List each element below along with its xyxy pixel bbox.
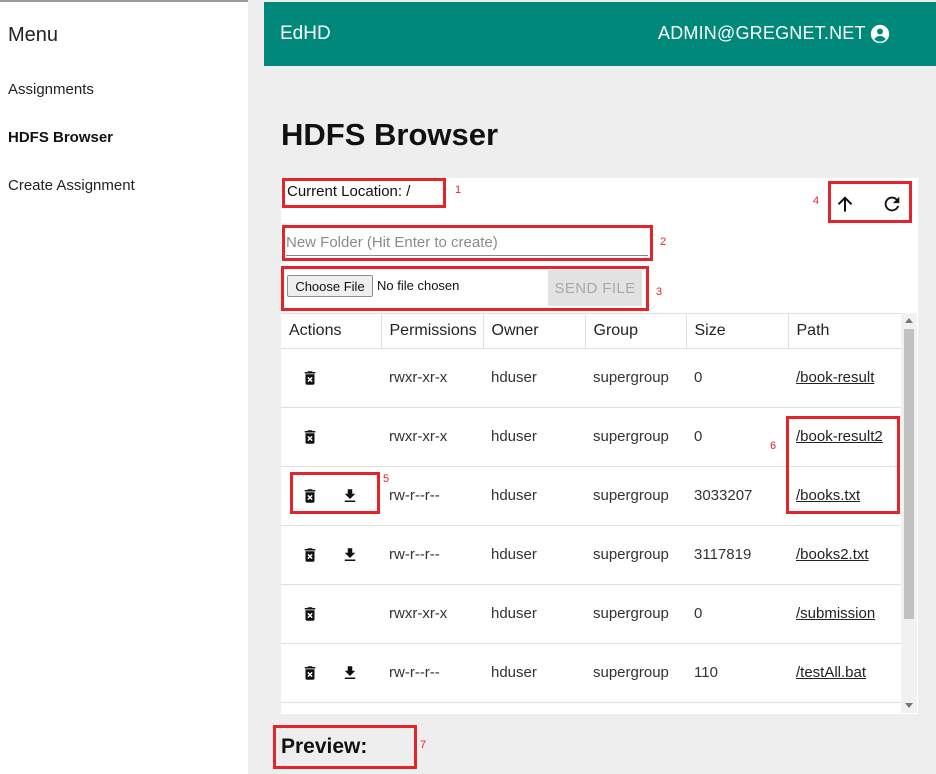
sidebar: Menu Assignments HDFS Browser Create Ass… — [0, 2, 248, 774]
permissions-cell: rw-r--r-- — [381, 525, 483, 585]
owner-cell: hduser — [483, 584, 585, 644]
actions-cell — [281, 348, 381, 408]
actions-cell — [281, 525, 381, 585]
annotation-label: 2 — [660, 236, 667, 248]
preview-heading: Preview: — [281, 735, 368, 758]
path-link[interactable]: /books2.txt — [796, 546, 869, 563]
column-header-permissions[interactable]: Permissions — [381, 314, 484, 349]
app-bar: EdHD ADMIN@GREGNET.NET — [264, 2, 936, 66]
scroll-down-arrow[interactable] — [905, 703, 913, 708]
delete-icon[interactable] — [301, 664, 319, 682]
owner-cell: hduser — [483, 525, 585, 585]
permissions-cell: rwxr-xr-x — [381, 584, 483, 644]
table-row: rwxr-xr-x hduser supergroup 0 /book-resu… — [281, 348, 901, 408]
column-header-size[interactable]: Size — [686, 314, 789, 349]
delete-icon[interactable] — [301, 369, 319, 387]
delete-icon[interactable] — [301, 487, 319, 505]
send-file-button[interactable]: SEND FILE — [548, 270, 642, 306]
size-cell: 0 — [686, 407, 788, 467]
download-icon[interactable] — [341, 487, 359, 505]
owner-cell: hduser — [483, 643, 585, 703]
delete-icon[interactable] — [301, 428, 319, 446]
permissions-cell: rw-r--r-- — [381, 643, 483, 703]
path-cell: /testAll.bat — [788, 643, 901, 703]
page-title: HDFS Browser — [281, 117, 499, 152]
table-row: rw-r--r-- hduser supergroup 110 /testAll… — [281, 643, 901, 703]
permissions-cell: rw-r--r-- — [381, 466, 483, 526]
owner-cell: hduser — [483, 407, 585, 467]
size-cell: 0 — [686, 348, 788, 408]
table-row: rwxr-xr-x hduser supergroup 0 /book-resu… — [281, 407, 901, 467]
path-link[interactable]: /testAll.bat — [796, 664, 866, 681]
table-scrollbar[interactable] — [901, 313, 917, 713]
path-cell: /submission — [788, 584, 901, 644]
path-cell: /books2.txt — [788, 525, 901, 585]
user-email[interactable]: ADMIN@GREGNET.NET — [658, 23, 866, 44]
path-link[interactable]: /book-result — [796, 369, 874, 386]
new-folder-input[interactable] — [286, 230, 648, 256]
group-cell: supergroup — [585, 584, 686, 644]
owner-cell: hduser — [483, 466, 585, 526]
annotation-label: 7 — [420, 739, 427, 751]
size-cell: 0 — [686, 584, 788, 644]
arrow-up-icon — [837, 196, 853, 212]
column-header-group[interactable]: Group — [585, 314, 687, 349]
scroll-thumb[interactable] — [904, 329, 914, 619]
navigate-up-button[interactable] — [832, 191, 858, 217]
path-link[interactable]: /book-result2 — [796, 428, 883, 445]
no-file-chosen-label: No file chosen — [377, 278, 460, 293]
table-row: rwxr-xr-x hduser supergroup 0 /submissio… — [281, 584, 901, 644]
actions-cell — [281, 466, 381, 526]
table-row: rw-r--r-- hduser supergroup 3117819 /boo… — [281, 525, 901, 585]
annotation-label: 4 — [813, 195, 820, 207]
annotation-label: 3 — [656, 286, 663, 298]
annotation-label: 6 — [770, 440, 777, 452]
annotation-label: 5 — [383, 473, 390, 485]
sidebar-item-create-assignment[interactable]: Create Assignment — [8, 177, 135, 194]
refresh-icon — [884, 196, 900, 212]
delete-icon[interactable] — [301, 546, 319, 564]
column-header-owner[interactable]: Owner — [483, 314, 586, 349]
path-cell: /book-result — [788, 348, 901, 408]
annotation-label: 1 — [455, 184, 462, 196]
current-location: Current Location: / — [287, 183, 411, 200]
hdfs-file-table: Actions Permissions Owner Group Size Pat… — [281, 313, 901, 713]
actions-cell — [281, 643, 381, 703]
group-cell: supergroup — [585, 466, 686, 526]
permissions-cell: rwxr-xr-x — [381, 348, 483, 408]
path-cell: /book-result2 — [788, 407, 901, 467]
table-row: rw-r--r-- hduser supergroup 3033207 /boo… — [281, 466, 901, 526]
download-icon[interactable] — [341, 546, 359, 564]
group-cell: supergroup — [585, 407, 686, 467]
group-cell: supergroup — [585, 643, 686, 703]
table-header-row: Actions Permissions Owner Group Size Pat… — [281, 314, 901, 349]
size-cell: 3033207 — [686, 466, 788, 526]
owner-cell: hduser — [483, 348, 585, 408]
scroll-up-arrow[interactable] — [905, 318, 913, 323]
delete-icon[interactable] — [301, 605, 319, 623]
menu-title: Menu — [8, 24, 59, 46]
permissions-cell: rwxr-xr-x — [381, 407, 483, 467]
size-cell: 3117819 — [686, 525, 788, 585]
actions-cell — [281, 584, 381, 644]
sidebar-item-assignments[interactable]: Assignments — [8, 81, 94, 98]
download-icon[interactable] — [341, 664, 359, 682]
account-circle-icon[interactable] — [870, 24, 890, 44]
path-link[interactable]: /submission — [796, 605, 875, 622]
group-cell: supergroup — [585, 525, 686, 585]
actions-cell — [281, 407, 381, 467]
column-header-actions: Actions — [281, 314, 382, 349]
path-cell: /books.txt — [788, 466, 901, 526]
refresh-button[interactable] — [879, 191, 905, 217]
group-cell: supergroup — [585, 348, 686, 408]
choose-file-button[interactable]: Choose File — [287, 275, 373, 297]
path-link[interactable]: /books.txt — [796, 487, 860, 504]
sidebar-item-hdfs-browser[interactable]: HDFS Browser — [8, 129, 113, 146]
size-cell: 110 — [686, 643, 788, 703]
app-title: EdHD — [280, 23, 331, 44]
column-header-path[interactable]: Path — [788, 314, 901, 349]
